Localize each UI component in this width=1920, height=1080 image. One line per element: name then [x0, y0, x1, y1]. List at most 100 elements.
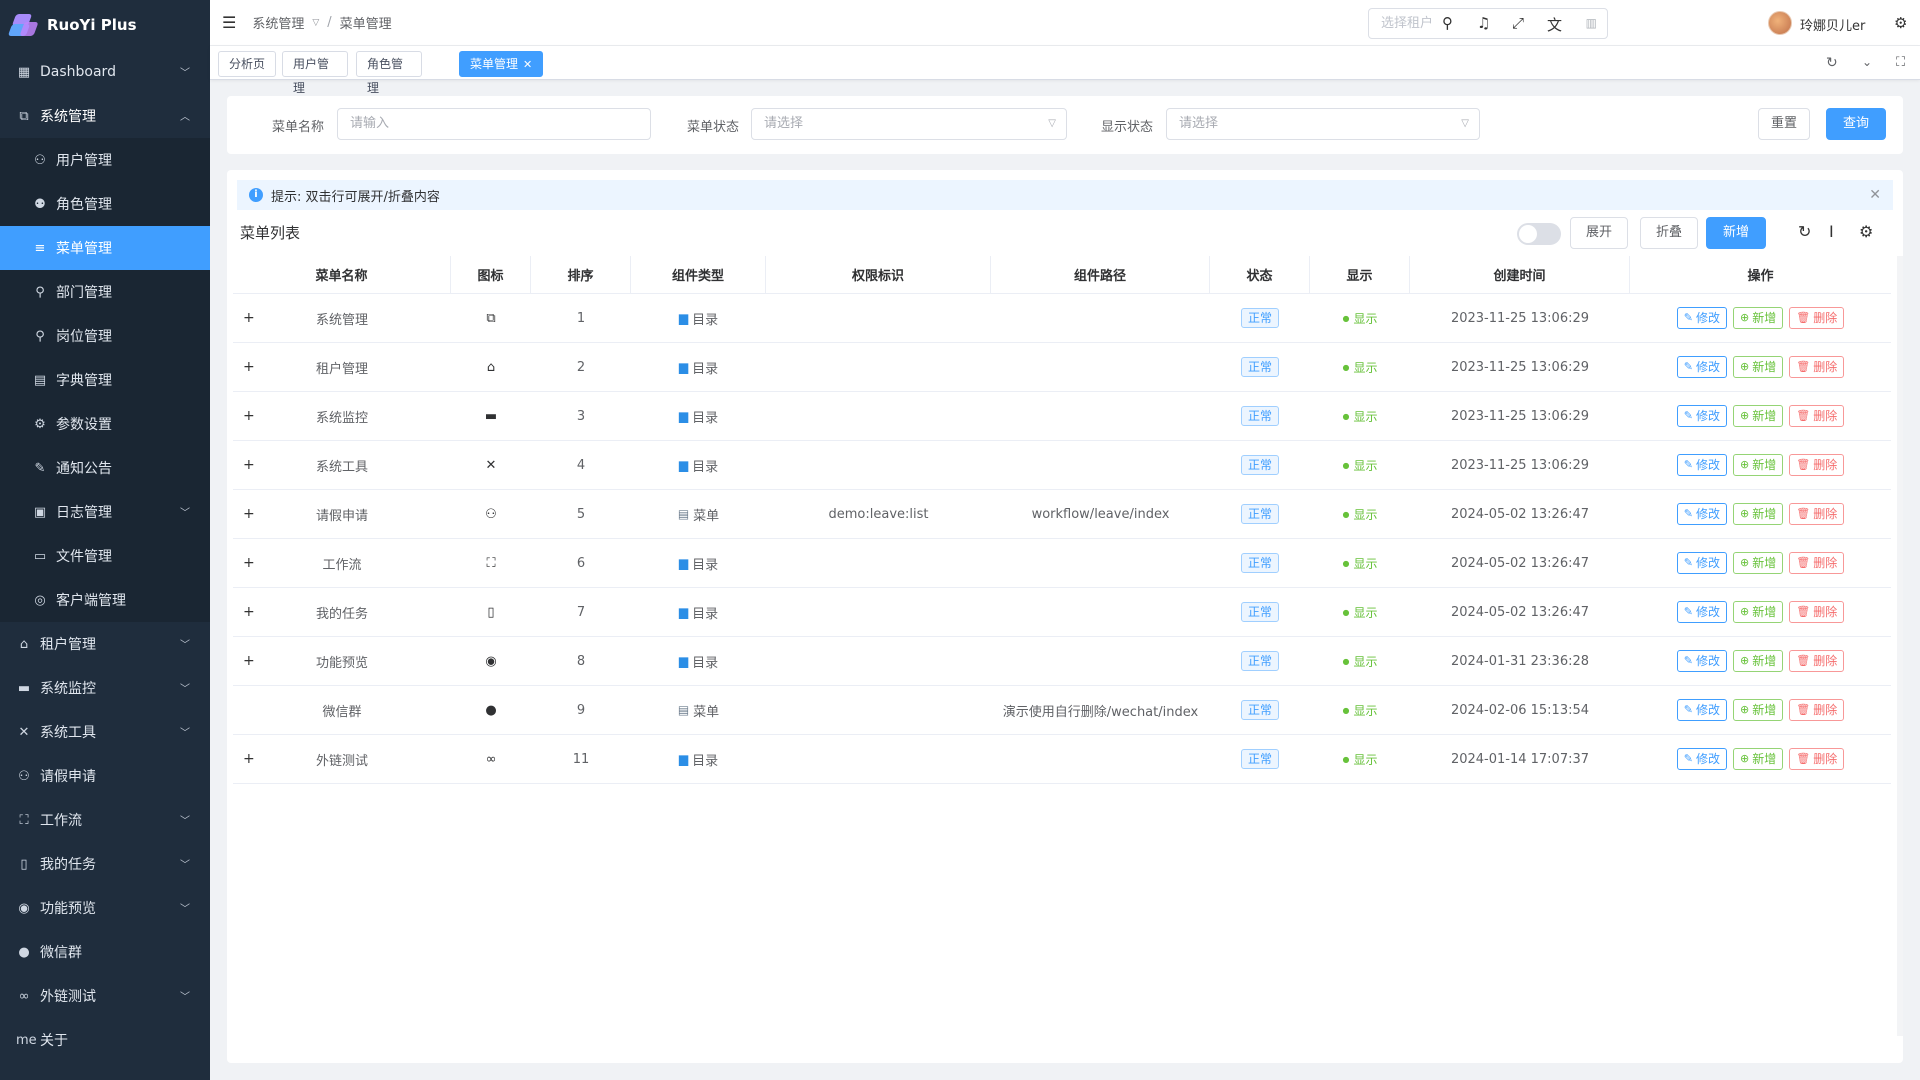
hamburger-icon[interactable]: ☰ — [222, 13, 236, 32]
table-row[interactable]: +租户管理⌂2▆目录正常显示2023-11-25 13:06:29✎修改⊕新增🗑… — [233, 343, 1891, 392]
chevron-down-icon[interactable]: ⌄ — [1862, 55, 1872, 69]
sidebar-item[interactable]: ✎ 通知公告 — [0, 446, 210, 490]
menu-name-input[interactable]: 请输入 — [337, 108, 651, 140]
expand-all-toggle[interactable] — [1517, 223, 1561, 245]
sidebar-item[interactable]: me 关于 — [0, 1018, 210, 1062]
add-menu-button[interactable]: 新增 — [1706, 217, 1766, 249]
tag-user[interactable]: 用户管理 — [282, 51, 348, 95]
expand-icon[interactable]: + — [243, 751, 255, 767]
tag-menu[interactable]: 菜单管理 ✕ — [459, 51, 544, 77]
expand-button[interactable]: 展开 — [1570, 217, 1628, 249]
expand-icon[interactable]: + — [243, 506, 255, 522]
sidebar-item[interactable]: ⚉ 角色管理 — [0, 182, 210, 226]
add-child-button[interactable]: ⊕ 新增 — [1733, 356, 1784, 378]
gear-icon[interactable]: ⚙ — [1894, 14, 1907, 32]
query-button[interactable]: 查询 — [1826, 108, 1886, 140]
table-row[interactable]: +工作流⛶6▆目录正常显示2024-05-02 13:26:47✎修改⊕新增🗑删… — [233, 539, 1891, 588]
table-row[interactable]: +系统工具✕4▆目录正常显示2023-11-25 13:06:29✎修改⊕新增🗑… — [233, 441, 1891, 490]
edit-button[interactable]: ✎ 修改 — [1676, 748, 1727, 770]
logo[interactable]: RuoYi Plus — [0, 0, 210, 50]
sidebar-item[interactable]: ▤ 字典管理 — [0, 358, 210, 402]
sidebar-item[interactable]: ⚇ 用户管理 — [0, 138, 210, 182]
fullscreen-icon[interactable]: ⤢ — [1512, 14, 1524, 32]
sidebar-item[interactable]: ⚲ 岗位管理 — [0, 314, 210, 358]
column-height-icon[interactable]: Ⅰ — [1829, 222, 1834, 241]
sidebar-item[interactable]: ▯ 我的任务 ﹀ — [0, 842, 210, 886]
sidebar-item[interactable]: ⚲ 部门管理 — [0, 270, 210, 314]
table-row[interactable]: +系统监控▬3▆目录正常显示2023-11-25 13:06:29✎修改⊕新增🗑… — [233, 392, 1891, 441]
add-child-button[interactable]: ⊕ 新增 — [1733, 650, 1784, 672]
sidebar-item[interactable]: ◎ 客户端管理 — [0, 578, 210, 622]
delete-button[interactable]: 🗑 删除 — [1789, 650, 1845, 672]
sidebar-item[interactable]: ⚇ 请假申请 — [0, 754, 210, 798]
sidebar-item[interactable]: ▣ 日志管理 ﹀ — [0, 490, 210, 534]
sidebar-item[interactable]: ✕ 系统工具 ﹀ — [0, 710, 210, 754]
edit-button[interactable]: ✎ 修改 — [1676, 503, 1727, 525]
edit-button[interactable]: ✎ 修改 — [1676, 650, 1727, 672]
refresh-icon[interactable]: ↻ — [1798, 222, 1811, 241]
delete-button[interactable]: 🗑 删除 — [1789, 503, 1845, 525]
refresh-icon[interactable]: ↻ — [1826, 55, 1838, 71]
maximize-icon[interactable]: ⛶ — [1896, 55, 1905, 70]
vertical-scrollbar[interactable] — [1897, 256, 1903, 1036]
edit-button[interactable]: ✎ 修改 — [1676, 552, 1727, 574]
add-child-button[interactable]: ⊕ 新增 — [1733, 503, 1784, 525]
sidebar-item[interactable]: ▦ Dashboard ﹀ — [0, 50, 210, 94]
visible-status-select[interactable]: 请选择 ▽ — [1166, 108, 1480, 140]
sidebar-item[interactable]: ◉ 功能预览 ﹀ — [0, 886, 210, 930]
sidebar-item[interactable]: ● 微信群 — [0, 930, 210, 974]
expand-icon[interactable]: + — [243, 604, 255, 620]
sidebar-item[interactable]: ▬ 系统监控 ﹀ — [0, 666, 210, 710]
breadcrumb-item[interactable]: 系统管理 — [252, 13, 304, 32]
sidebar-item[interactable]: ≡ 菜单管理 — [0, 226, 210, 270]
edit-button[interactable]: ✎ 修改 — [1676, 454, 1727, 476]
expand-icon[interactable]: + — [243, 555, 255, 571]
delete-button[interactable]: 🗑 删除 — [1789, 307, 1845, 329]
delete-button[interactable]: 🗑 删除 — [1789, 601, 1845, 623]
edit-button[interactable]: ✎ 修改 — [1676, 699, 1727, 721]
add-child-button[interactable]: ⊕ 新增 — [1733, 454, 1784, 476]
add-child-button[interactable]: ⊕ 新增 — [1733, 405, 1784, 427]
edit-button[interactable]: ✎ 修改 — [1676, 307, 1727, 329]
add-child-button[interactable]: ⊕ 新增 — [1733, 748, 1784, 770]
username[interactable]: 玲娜贝儿er — [1800, 15, 1865, 34]
language-icon[interactable]: 文 — [1547, 14, 1562, 35]
edit-button[interactable]: ✎ 修改 — [1676, 405, 1727, 427]
edit-button[interactable]: ✎ 修改 — [1676, 356, 1727, 378]
sidebar-item[interactable]: ⛶ 工作流 ﹀ — [0, 798, 210, 842]
gear-icon[interactable]: ⚙ — [1859, 222, 1873, 241]
avatar[interactable] — [1768, 11, 1792, 35]
edit-button[interactable]: ✎ 修改 — [1676, 601, 1727, 623]
close-icon[interactable]: ✕ — [1869, 187, 1881, 203]
table-row[interactable]: +我的任务▯7▆目录正常显示2024-05-02 13:26:47✎修改⊕新增🗑… — [233, 588, 1891, 637]
add-child-button[interactable]: ⊕ 新增 — [1733, 552, 1784, 574]
close-icon[interactable]: ✕ — [523, 58, 532, 71]
table-row[interactable]: 微信群 ● 9 ▤菜单 演示使用自行删除/wechat/index 正常 显示 2024-02… — [233, 686, 1891, 735]
menu-status-select[interactable]: 请选择 ▽ — [751, 108, 1067, 140]
delete-button[interactable]: 🗑 删除 — [1789, 454, 1845, 476]
add-child-button[interactable]: ⊕ 新增 — [1733, 601, 1784, 623]
table-row[interactable]: +系统管理⧉1▆目录正常显示2023-11-25 13:06:29✎修改⊕新增🗑… — [233, 294, 1891, 343]
expand-icon[interactable]: + — [243, 359, 255, 375]
sidebar-item[interactable]: ⚙ 参数设置 — [0, 402, 210, 446]
search-icon[interactable]: ⚲ — [1442, 14, 1453, 32]
sidebar-item[interactable]: ∞ 外链测试 ﹀ — [0, 974, 210, 1018]
sidebar-item[interactable]: ⧉ 系统管理 ︿ — [0, 94, 210, 138]
delete-button[interactable]: 🗑 删除 — [1789, 405, 1845, 427]
bell-icon[interactable]: ♫ — [1477, 14, 1490, 32]
table-row[interactable]: + 外链测试 ∞ 11 ▆目录 正常 显示 2024-01-14 17:07:37 ✎修改 ⊕新增… — [233, 735, 1891, 784]
expand-icon[interactable]: + — [243, 457, 255, 473]
collapse-button[interactable]: 折叠 — [1640, 217, 1698, 249]
add-child-button[interactable]: ⊕ 新增 — [1733, 307, 1784, 329]
tag-role[interactable]: 角色管理 — [356, 51, 422, 95]
table-row[interactable]: + 请假申请 ⚇ 5 ▤ 菜单 demo:leave:list workflow/leave/… — [233, 490, 1891, 539]
reset-button[interactable]: 重置 — [1758, 108, 1810, 140]
sidebar-item[interactable]: ▭ 文件管理 — [0, 534, 210, 578]
expand-icon[interactable]: + — [243, 653, 255, 669]
delete-button[interactable]: 🗑 删除 — [1789, 699, 1845, 721]
expand-icon[interactable]: + — [243, 310, 255, 326]
sidebar-item[interactable]: ⌂ 租户管理 ﹀ — [0, 622, 210, 666]
table-row[interactable]: +功能预览◉8▆目录正常显示2024-01-31 23:36:28✎修改⊕新增🗑… — [233, 637, 1891, 686]
delete-button[interactable]: 🗑 删除 — [1789, 356, 1845, 378]
delete-button[interactable]: 🗑 删除 — [1789, 552, 1845, 574]
